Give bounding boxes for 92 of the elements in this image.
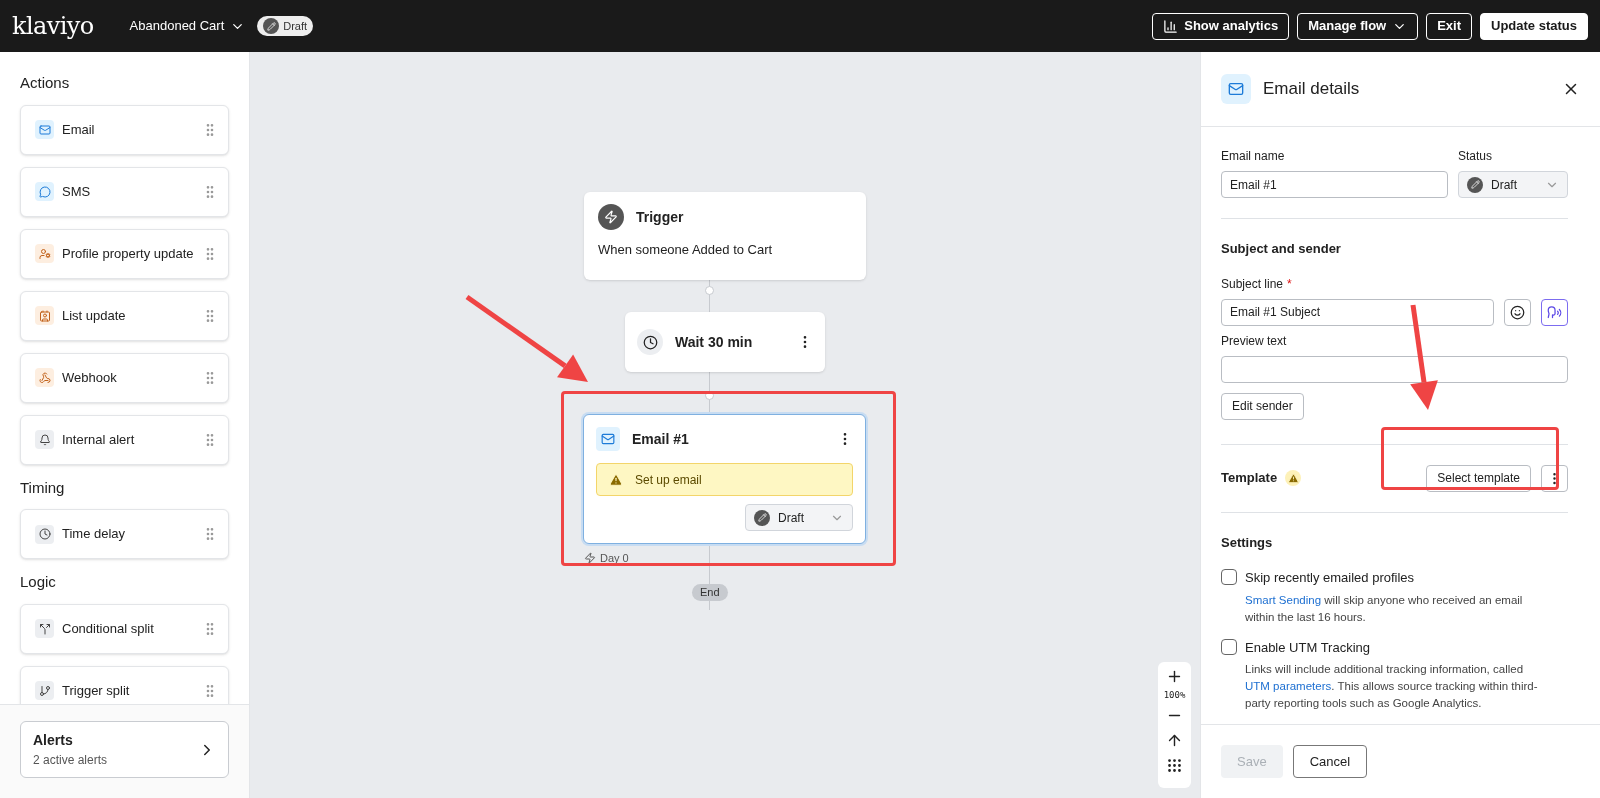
email-card[interactable]: Email #1 Set up email Draft	[583, 414, 866, 544]
zoom-level: 100%	[1163, 689, 1186, 702]
status-badge: Draft	[257, 15, 314, 37]
end-pill: End	[692, 584, 728, 601]
clock-icon	[35, 524, 54, 544]
subject-line-field[interactable]: Email #1 Subject	[1221, 298, 1494, 326]
edit-sender-button[interactable]: Edit sender	[1221, 392, 1304, 420]
section-heading: Settings	[1221, 533, 1274, 552]
option-description: Links will include additional tracking information, called UTM parameters. This allows source tracking within third-party reporting tools such as Google Analytics.	[1245, 662, 1539, 711]
preview-text-field[interactable]	[1221, 355, 1568, 383]
section-heading: Actions	[20, 73, 71, 93]
action-label: Conditional split	[62, 619, 155, 638]
action-label: Email	[62, 120, 96, 139]
field-label: Preview text	[1221, 332, 1288, 350]
wait-card[interactable]: Wait 30 min	[625, 312, 825, 372]
section-heading: Subject and sender	[1221, 240, 1342, 258]
update-status-button[interactable]: Update status	[1480, 12, 1588, 40]
logo: klaviyo	[12, 11, 94, 42]
action-card[interactable]: Email	[20, 104, 229, 155]
select-template-button[interactable]: Select template	[1426, 464, 1531, 492]
envelope-icon	[35, 120, 54, 139]
email-title: Email #1	[632, 429, 690, 449]
exit-button[interactable]: Exit	[1426, 12, 1473, 40]
day-label: Day 0	[600, 551, 629, 566]
pencil-icon	[754, 509, 770, 526]
more-options-button[interactable]	[1541, 464, 1568, 492]
alerts-title: Alerts	[33, 731, 74, 750]
action-label: Internal alert	[62, 430, 136, 449]
required-mark: *	[1287, 275, 1292, 293]
action-card[interactable]: Time delay	[20, 509, 229, 559]
clock-icon	[637, 329, 663, 355]
flow-name-dropdown[interactable]: Abandoned Cart	[129, 16, 246, 36]
section-heading: Template	[1221, 469, 1278, 488]
personalize-button[interactable]	[1541, 298, 1568, 326]
action-label: Profile property update	[62, 244, 194, 263]
status-dropdown[interactable]: Draft	[1458, 171, 1568, 198]
emoji-button[interactable]	[1504, 298, 1531, 326]
envelope-icon	[1221, 74, 1251, 104]
action-card[interactable]: SMS	[20, 166, 229, 217]
wait-title: Wait 30 min	[675, 332, 754, 352]
field-label: Subject line	[1221, 275, 1284, 293]
person-gear-icon	[35, 244, 54, 263]
contact-card-icon	[35, 306, 54, 325]
warning-text: Set up email	[635, 471, 702, 489]
status-dropdown[interactable]: Draft	[745, 504, 853, 531]
pencil-icon	[1467, 176, 1483, 193]
branch-icon	[35, 681, 54, 700]
email-name-field[interactable]: Email #1	[1221, 171, 1448, 198]
action-card[interactable]: Conditional split	[20, 603, 229, 654]
section-heading: Timing	[20, 477, 66, 498]
checkbox-label: Skip recently emailed profiles	[1245, 569, 1416, 587]
trigger-title: Trigger	[636, 207, 684, 227]
checkbox[interactable]	[1221, 569, 1237, 585]
action-card[interactable]: Trigger split	[20, 665, 229, 704]
checkbox-label: Enable UTM Tracking	[1245, 638, 1371, 657]
alerts-card[interactable]: Alerts 2 active alerts	[20, 721, 229, 778]
bar-chart-icon	[1163, 18, 1179, 34]
envelope-icon	[596, 427, 620, 451]
trigger-description: When someone Added to Cart	[598, 241, 774, 259]
action-label: List update	[62, 306, 127, 325]
grid-dots-icon[interactable]	[1166, 756, 1183, 774]
cancel-button[interactable]: Cancel	[1292, 745, 1368, 778]
smiley-icon	[1510, 304, 1525, 320]
person-speaking-icon	[1547, 304, 1562, 320]
action-card[interactable]: Profile property update	[20, 228, 229, 279]
alerts-subtitle: 2 active alerts	[33, 752, 109, 769]
help-link[interactable]: Smart Sending	[1245, 593, 1322, 606]
show-analytics-button[interactable]: Show analytics	[1152, 12, 1290, 40]
bell-icon	[35, 430, 54, 449]
pencil-icon	[263, 18, 280, 34]
action-card[interactable]: List update	[20, 290, 229, 341]
lightning-icon	[584, 552, 596, 565]
chat-bubble-icon	[35, 182, 54, 201]
webhook-icon	[35, 368, 54, 387]
zoom-in-icon[interactable]	[1166, 668, 1183, 685]
action-card[interactable]: Webhook	[20, 352, 229, 403]
panel-title: Email details	[1263, 78, 1361, 101]
checkbox[interactable]	[1221, 638, 1237, 655]
section-heading: Logic	[20, 572, 57, 592]
option-description: Smart Sending will skip anyone who received an email within the last 16 hours.	[1245, 592, 1524, 625]
action-label: Time delay	[62, 525, 127, 544]
lightning-icon	[598, 204, 624, 230]
warning-icon	[609, 472, 623, 487]
action-card[interactable]: Internal alert	[20, 414, 229, 465]
action-label: Trigger split	[62, 681, 131, 700]
field-label: Email name	[1221, 148, 1286, 165]
manage-flow-button[interactable]: Manage flow	[1297, 12, 1419, 40]
field-label: Status	[1458, 148, 1494, 165]
trigger-card[interactable]: Trigger When someone Added to Cart	[584, 192, 866, 280]
action-label: SMS	[62, 182, 92, 201]
split-icon	[35, 619, 54, 638]
action-label: Webhook	[62, 368, 118, 387]
